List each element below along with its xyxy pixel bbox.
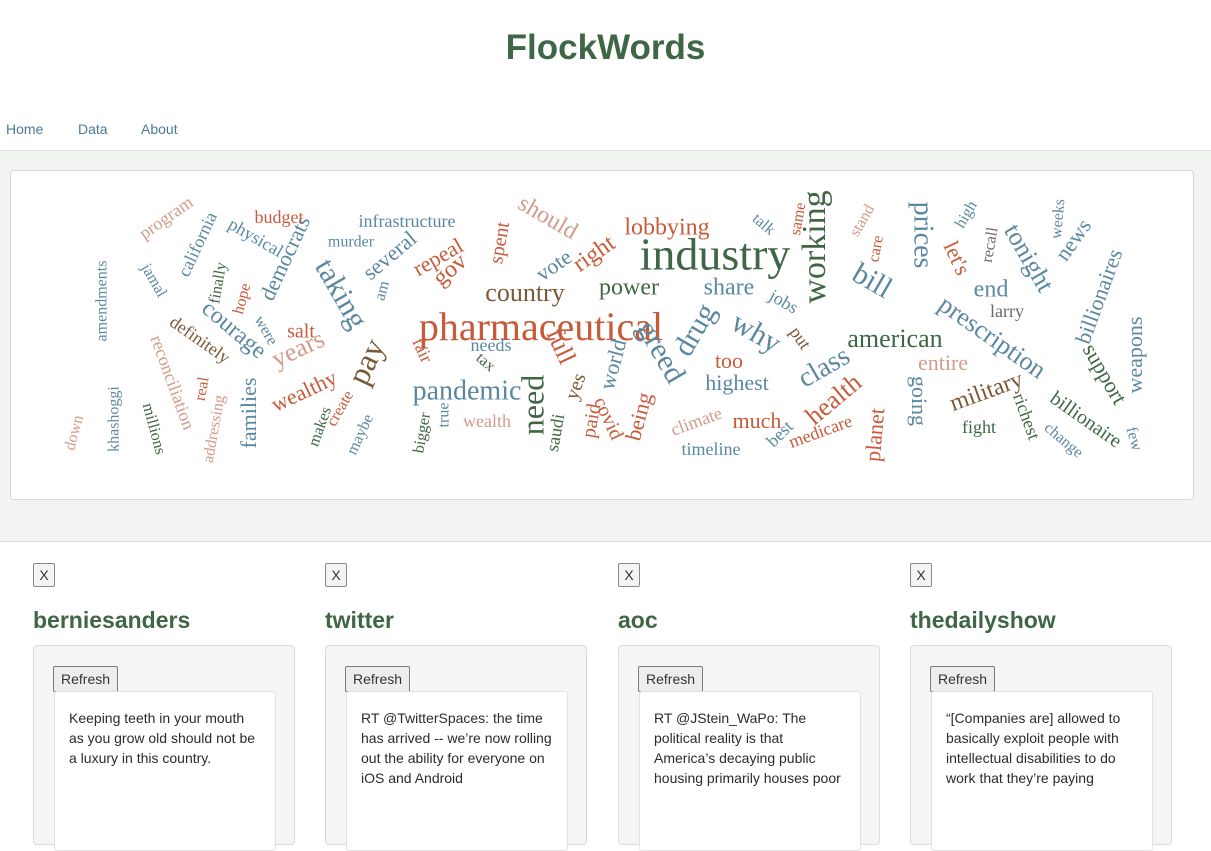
cloud-word: program (135, 192, 196, 243)
cloud-word: billionaires (1070, 245, 1127, 347)
cloud-word: down (61, 413, 87, 452)
cloud-word: addressing (200, 394, 229, 464)
cloud-word: recall (979, 225, 1002, 263)
cloud-word: too (715, 348, 743, 373)
cloud-word: american (847, 324, 942, 353)
cloud-word: bigger (410, 411, 434, 455)
cloud-word: needs (471, 335, 512, 355)
cloud-word: entire (918, 350, 968, 375)
feed-card: Refresh RT @TwitterSpaces: the time has … (325, 645, 587, 851)
cloud-word: spent (485, 220, 514, 266)
cloud-word: real (192, 375, 213, 402)
cloud-word: weapons (1122, 317, 1147, 394)
close-feed-button[interactable]: X (33, 563, 55, 587)
nav-bar: Home Data About (0, 88, 1211, 152)
cloud-word: timeline (682, 439, 741, 459)
cloud-word: fight (962, 417, 996, 437)
cloud-word: weeks (1048, 198, 1068, 239)
cloud-word: lobbying (624, 215, 709, 241)
nav-link-about[interactable]: About (141, 121, 178, 137)
cloud-word: paid (578, 402, 606, 440)
feed-title: aoc (618, 607, 658, 633)
tweet-card: Keeping teeth in your mouth as you grow … (54, 691, 276, 851)
cloud-word: planet (860, 407, 890, 463)
feed-card: Refresh “[Companies are] allowed to basi… (910, 645, 1172, 851)
refresh-button[interactable]: Refresh (345, 666, 411, 692)
feed-column: X berniesanders Refresh Keeping teeth in… (33, 563, 296, 851)
word-cloud: industrypharmaceuticalworkingneedgreeddr… (61, 190, 1147, 464)
feed-column: X aoc Refresh RT @JStein_WaPo: The polit… (618, 563, 881, 851)
cloud-word: salt (287, 321, 315, 343)
close-feed-button[interactable]: X (910, 563, 932, 587)
cloud-word: am (371, 279, 393, 303)
app-header: FlockWords (0, 0, 1211, 89)
cloud-word: should (514, 190, 582, 245)
cloud-word: end (974, 277, 1009, 303)
cloud-word: hope (230, 282, 254, 316)
tweet-text: RT @JStein_WaPo: The political reality i… (654, 710, 841, 786)
cloud-word: country (485, 278, 564, 307)
wordcloud-section: industry pharmaceutical working need greed dr… (0, 151, 1211, 542)
refresh-button[interactable]: Refresh (53, 666, 119, 692)
feed-title: thedailyshow (910, 607, 1056, 633)
cloud-word: climate (668, 403, 725, 440)
cloud-word: millions (139, 401, 169, 456)
close-feed-button[interactable]: X (618, 563, 640, 587)
cloud-word: stand (846, 202, 878, 240)
cloud-word: yes (561, 370, 591, 403)
cloud-word: power (599, 275, 659, 301)
cloud-word: richest (1009, 390, 1044, 442)
cloud-word: highest (705, 370, 769, 395)
cloud-word: right (568, 230, 620, 278)
cloud-word: bill (847, 256, 898, 305)
cloud-word: wealth (463, 411, 511, 431)
tweet-card: “[Companies are] allowed to basically ex… (931, 691, 1153, 851)
feed-card: Refresh RT @JStein_WaPo: The political r… (618, 645, 880, 851)
cloud-word: pay (340, 333, 392, 390)
feed-column: X twitter Refresh RT @TwitterSpaces: the… (325, 563, 588, 851)
cloud-word: murder (328, 234, 375, 251)
nav-link-home[interactable]: Home (6, 121, 43, 137)
cloud-word: pandemic (413, 375, 522, 406)
nav-link-data[interactable]: Data (78, 121, 108, 137)
cloud-word: care (866, 234, 887, 263)
cloud-word: let's (939, 237, 976, 279)
cloud-word: finally (206, 261, 230, 305)
cloud-word: infrastructure (359, 211, 456, 231)
cloud-word: khashoggi (106, 386, 123, 452)
cloud-word: share (704, 275, 755, 301)
tweet-text: RT @TwitterSpaces: the time has arrived … (361, 710, 552, 786)
refresh-button[interactable]: Refresh (930, 666, 996, 692)
cloud-word: prices (908, 202, 939, 269)
tweet-card: RT @TwitterSpaces: the time has arrived … (346, 691, 568, 851)
tweet-text: “[Companies are] allowed to basically ex… (946, 710, 1121, 786)
tweet-card: RT @JStein_WaPo: The political reality i… (639, 691, 861, 851)
cloud-word: budget (255, 207, 304, 227)
cloud-word: being (620, 390, 657, 444)
cloud-word: few (1122, 425, 1145, 453)
cloud-word: families (236, 378, 261, 449)
app-title: FlockWords (505, 28, 706, 67)
cloud-word: maybe (344, 412, 377, 458)
feed-title: twitter (325, 607, 394, 633)
cloud-word: jamal (137, 260, 170, 301)
cloud-word: amendments (94, 261, 111, 342)
cloud-word: larry (990, 301, 1024, 321)
cloud-word: going (907, 376, 932, 426)
cloud-word: high (952, 198, 981, 231)
feed-column: X thedailyshow Refresh “[Companies are] … (910, 563, 1173, 851)
feed-title: berniesanders (33, 607, 191, 633)
cloud-word: true (436, 403, 453, 428)
refresh-button[interactable]: Refresh (638, 666, 704, 692)
close-feed-button[interactable]: X (325, 563, 347, 587)
wordcloud-card: industry pharmaceutical working need greed dr… (10, 170, 1194, 500)
tweet-text: Keeping teeth in your mouth as you grow … (69, 710, 256, 766)
feed-card: Refresh Keeping teeth in your mouth as y… (33, 645, 295, 851)
cloud-word: put (786, 323, 816, 353)
